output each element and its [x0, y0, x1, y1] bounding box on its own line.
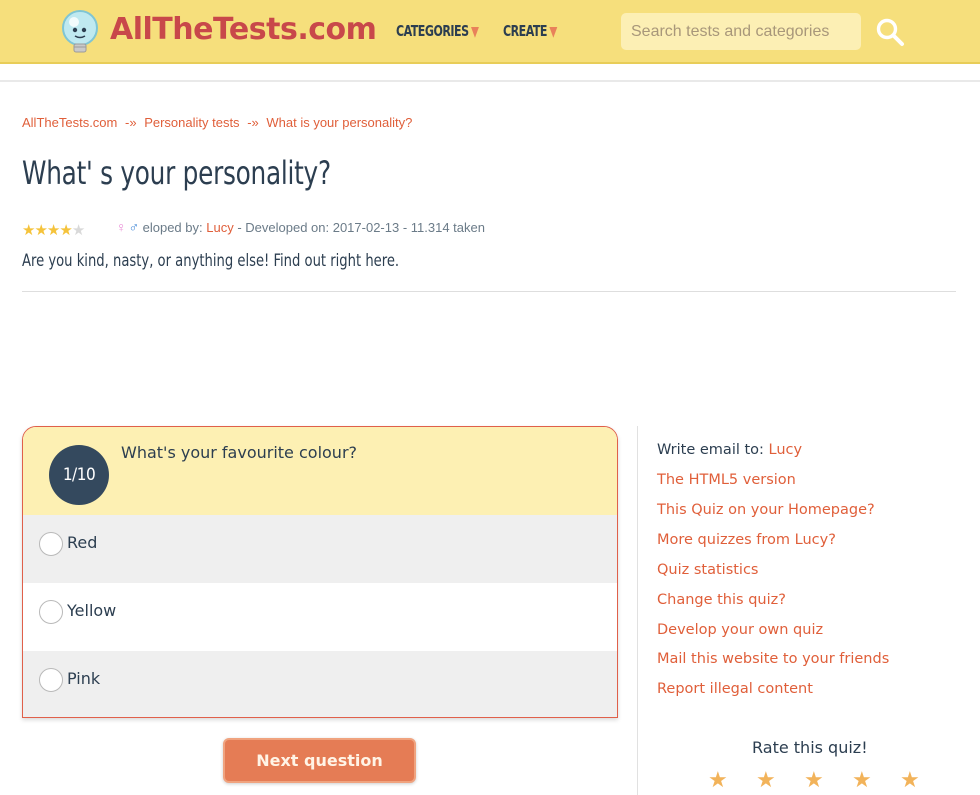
- nav-categories-label: CATEGORIES: [396, 22, 469, 40]
- site-logo-text[interactable]: AllTheTests.com: [110, 12, 377, 47]
- sidebar-link-change-quiz[interactable]: Change this quiz?: [657, 592, 786, 608]
- sidebar-email-author-link[interactable]: Lucy: [769, 442, 803, 458]
- rate-star-icon[interactable]: ★: [852, 767, 872, 793]
- nav-create[interactable]: CREATE ▼: [503, 22, 557, 40]
- breadcrumb-separator: -»: [125, 115, 137, 130]
- breadcrumb-home[interactable]: AllTheTests.com: [22, 115, 117, 130]
- star-filled-icon: ★: [22, 221, 35, 239]
- meta-developed-by-label: eloped by:: [142, 220, 203, 235]
- star-rating-icon: ★★★★★: [22, 221, 85, 239]
- answer-option-red[interactable]: Red: [23, 515, 617, 583]
- meta-author-link[interactable]: Lucy: [206, 220, 233, 235]
- quiz-description: Are you kind, nasty, or anything else! F…: [22, 251, 400, 271]
- answer-option-label: Pink: [67, 669, 101, 688]
- meta-details: - Developed on: 2017-02-13 - 11.314 take…: [233, 220, 485, 235]
- sidebar-link-html5-version[interactable]: The HTML5 version: [657, 472, 796, 488]
- sidebar-divider: [637, 426, 638, 795]
- female-icon: ♀: [116, 219, 127, 235]
- rating-stars: ★★★★★: [22, 221, 114, 239]
- breadcrumb-current-quiz[interactable]: What is your personality?: [266, 115, 412, 130]
- header-divider: [0, 80, 980, 82]
- description-divider: [22, 291, 956, 292]
- star-filled-icon: ★: [46, 221, 60, 239]
- rate-star-icon[interactable]: ★: [708, 767, 728, 793]
- lightbulb-logo-icon[interactable]: [60, 8, 104, 56]
- breadcrumb-personality-tests[interactable]: Personality tests: [144, 115, 239, 130]
- rate-quiz-title: Rate this quiz!: [752, 738, 868, 757]
- sidebar-link-report-content[interactable]: Report illegal content: [657, 681, 813, 697]
- sidebar-email-label: Write email to:: [657, 442, 764, 458]
- sidebar-link-quiz-on-homepage[interactable]: This Quiz on your Homepage?: [657, 502, 875, 518]
- answer-option-pink[interactable]: Pink: [23, 651, 617, 717]
- rate-star-icon[interactable]: ★: [804, 767, 824, 793]
- radio-button[interactable]: [39, 532, 63, 556]
- answer-option-label: Red: [67, 533, 98, 552]
- radio-button[interactable]: [39, 600, 63, 624]
- question-counter-badge: 1/10: [49, 445, 109, 505]
- breadcrumb-separator: -»: [247, 115, 259, 130]
- breadcrumb: AllTheTests.com -» Personality tests -» …: [22, 115, 412, 130]
- sidebar-link-develop-quiz[interactable]: Develop your own quiz: [657, 622, 823, 638]
- nav-categories[interactable]: CATEGORIES ▼: [396, 22, 479, 40]
- sidebar-link-mail-friends[interactable]: Mail this website to your friends: [657, 651, 889, 667]
- sidebar-email: Write email to: Lucy: [657, 442, 802, 458]
- radio-button[interactable]: [39, 668, 63, 692]
- sidebar-link-quiz-statistics[interactable]: Quiz statistics: [657, 562, 759, 578]
- top-header: AllTheTests.com CATEGORIES ▼ CREATE ▼: [0, 0, 980, 64]
- search-icon[interactable]: [874, 16, 906, 48]
- page-title: What' s your personality?: [22, 154, 331, 192]
- star-empty-icon: ★: [71, 221, 85, 239]
- star-filled-icon: ★: [34, 221, 47, 239]
- question-header: 1/10 What's your favourite colour?: [23, 427, 617, 515]
- answer-option-label: Yellow: [67, 601, 117, 620]
- caret-down-icon: ▼: [471, 24, 479, 40]
- answer-option-yellow[interactable]: Yellow: [23, 583, 617, 651]
- quiz-meta: ★★★★★ ♀ ♂ eloped by: Lucy - Developed on:…: [22, 219, 485, 239]
- star-filled-icon: ★: [59, 221, 72, 239]
- rate-star-icon[interactable]: ★: [756, 767, 776, 793]
- nav-create-label: CREATE: [503, 22, 547, 40]
- next-question-button[interactable]: Next question: [223, 738, 416, 783]
- question-text: What's your favourite colour?: [121, 443, 358, 462]
- question-card: 1/10 What's your favourite colour? Red Y…: [22, 426, 618, 718]
- rate-star-icon[interactable]: ★: [900, 767, 920, 793]
- search-input[interactable]: [621, 13, 861, 50]
- sidebar-link-more-quizzes[interactable]: More quizzes from Lucy?: [657, 532, 836, 548]
- caret-down-icon: ▼: [549, 24, 557, 40]
- male-icon: ♂: [128, 219, 140, 235]
